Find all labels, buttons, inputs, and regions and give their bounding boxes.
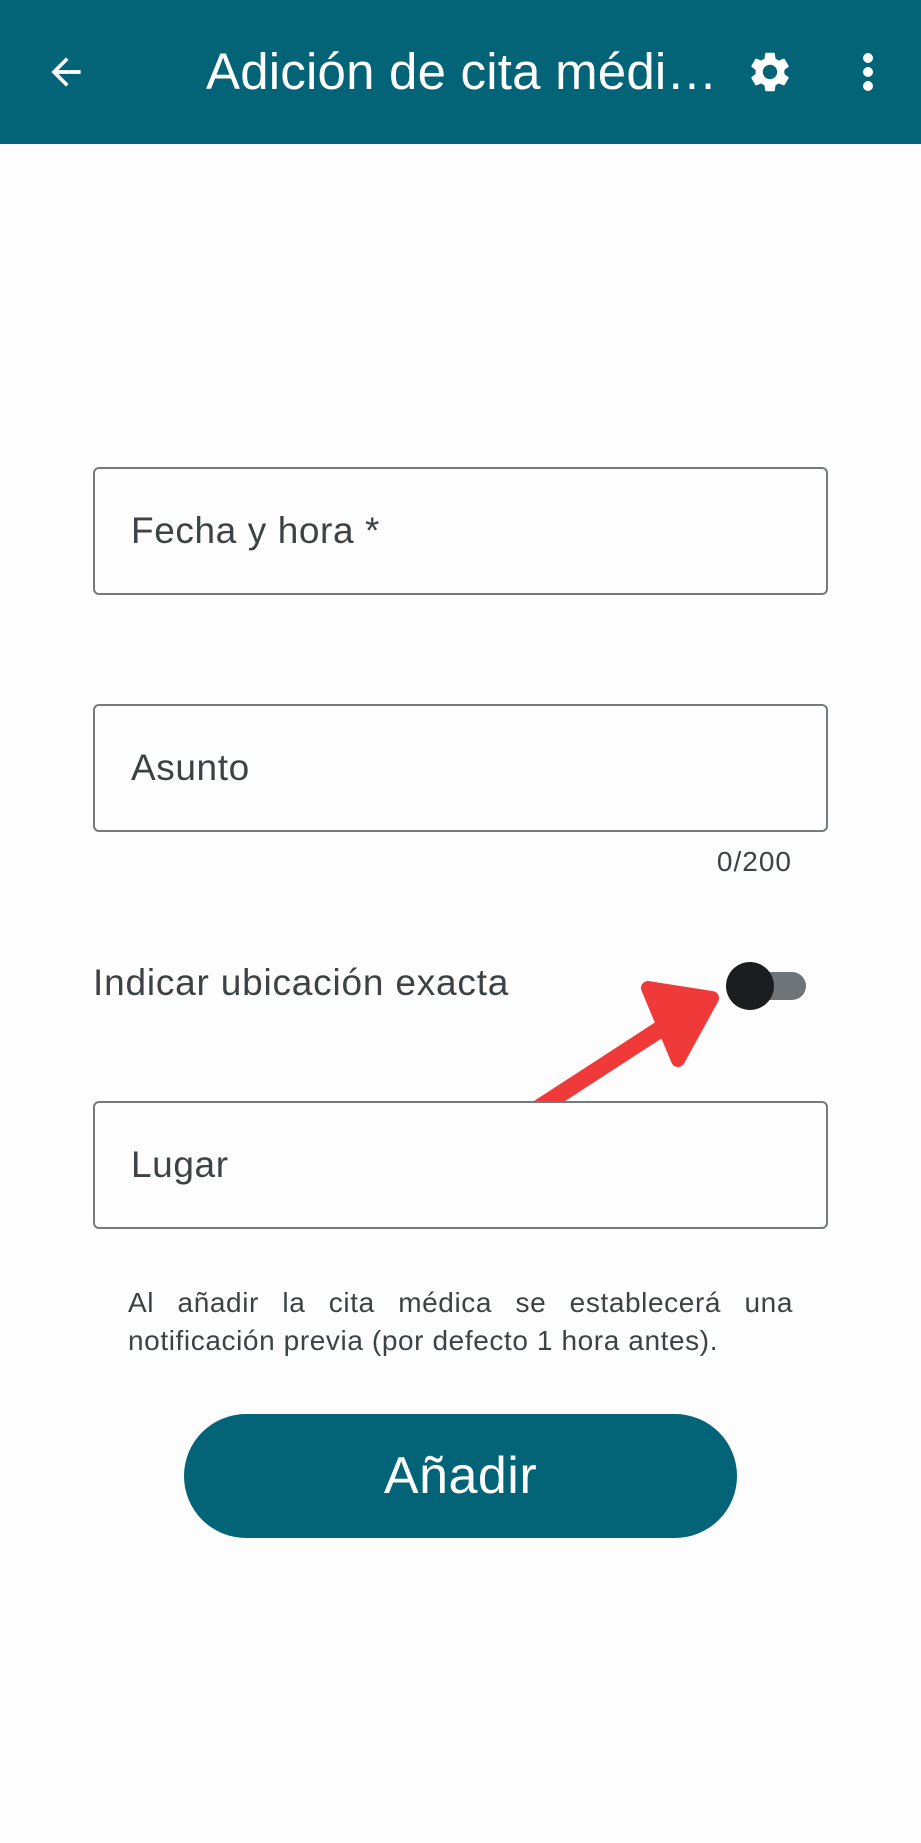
app-bar: Adición de cita médi… <box>0 0 921 144</box>
overflow-menu-button[interactable] <box>840 40 896 104</box>
subject-character-counter: 0/200 <box>716 846 792 877</box>
notification-notice: Al añadir la cita médica se establecerá … <box>128 1287 793 1356</box>
arrow-left-icon <box>51 57 81 87</box>
date-time-field[interactable] <box>93 467 828 595</box>
add-button[interactable]: Añadir <box>184 1414 737 1538</box>
date-time-input[interactable] <box>131 469 791 593</box>
place-input[interactable] <box>131 1103 791 1227</box>
subject-input[interactable] <box>131 706 791 830</box>
page-title: Adición de cita médi… <box>206 43 718 100</box>
settings-button[interactable] <box>740 40 800 104</box>
place-field[interactable] <box>93 1101 828 1229</box>
subject-field[interactable] <box>93 704 828 832</box>
gear-icon <box>751 52 789 92</box>
back-button[interactable] <box>34 40 98 104</box>
more-vertical-icon <box>863 53 873 91</box>
